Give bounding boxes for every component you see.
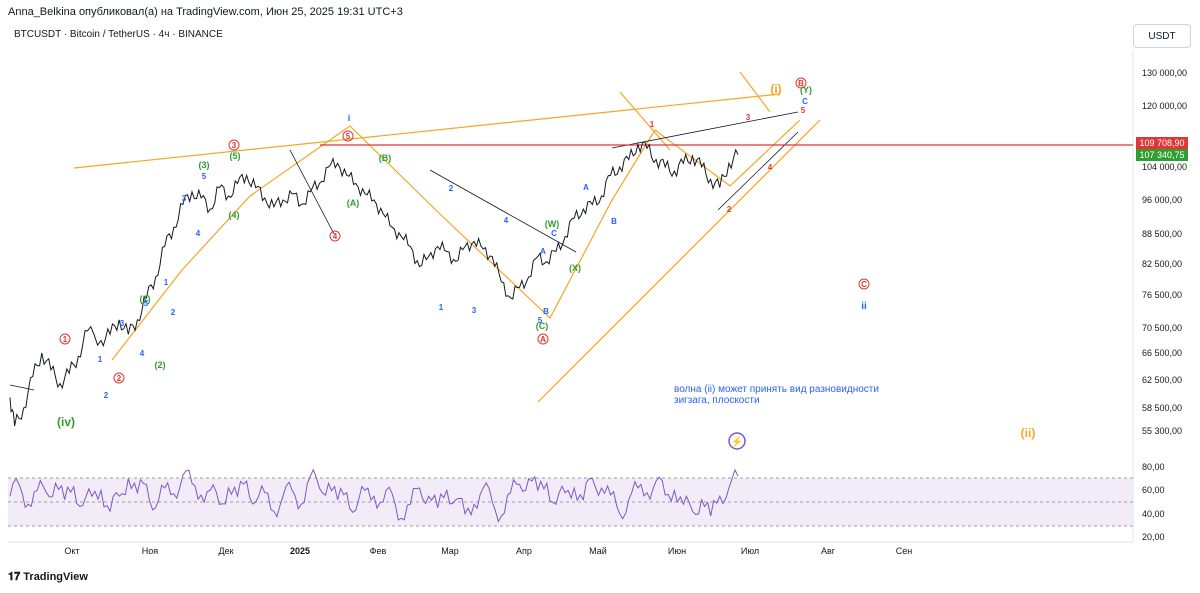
wave-blue-4a: 4	[140, 349, 145, 358]
wave-blue-5c: 5	[538, 316, 543, 325]
wave-green-A: (A)	[347, 198, 360, 208]
orange-arrow-right	[739, 71, 771, 113]
month-tick-label: Дек	[218, 546, 233, 556]
wave-blue-2a: 2	[104, 391, 109, 400]
month-tick-label: Ноя	[142, 546, 159, 556]
wave-red-4: 4	[768, 163, 773, 172]
wave-green-3: (3)	[199, 160, 210, 170]
wave-blue-4c: 4	[504, 216, 509, 225]
wave-circled-A: A	[540, 335, 546, 344]
price-tick-label: 82 500,00	[1142, 259, 1182, 269]
price-tick-label: 88 500,00	[1142, 229, 1182, 239]
wave-red-2: 2	[727, 205, 732, 214]
wave-blue-Ca: C	[551, 229, 557, 238]
wave-blue-3c: 3	[472, 306, 477, 315]
wave-green-2: (2)	[155, 360, 166, 370]
month-tick-label: Окт	[64, 546, 79, 556]
wave-blue-1a: 1	[98, 355, 103, 364]
rsi-tick-label: 80,00	[1142, 462, 1165, 472]
price-badge-green: 107 340,75	[1136, 149, 1188, 161]
month-tick-label: Фев	[370, 546, 387, 556]
wave-green-X: (X)	[569, 263, 581, 273]
wave-circled-5: 5	[346, 132, 351, 141]
wave-blue-Ba: B	[543, 307, 549, 316]
price-tick-label: 70 500,00	[1142, 323, 1182, 333]
wave-circled-1: 1	[63, 335, 68, 344]
month-tick-label: Сен	[896, 546, 913, 556]
price-tick-label: 96 000,00	[1142, 195, 1182, 205]
price-tick-label: 58 500,00	[1142, 403, 1182, 413]
wave-note-line1: волна (ii) может принять вид разновиднос…	[674, 384, 882, 406]
wave-red-3: 3	[746, 113, 751, 122]
lightning-label: ⚡	[731, 435, 743, 448]
wave-blue-1c: 1	[439, 303, 444, 312]
price-badge-green-label: 107 340,75	[1139, 150, 1184, 160]
price-tick-label: 104 000,00	[1142, 162, 1187, 172]
wave-blue-Bb: B	[611, 217, 617, 226]
wave-i-orange-label: (i)	[770, 82, 781, 96]
rsi-tick-label: 20,00	[1142, 532, 1165, 542]
wave-red-5: 5	[801, 106, 806, 115]
wave-blue-ii: ii	[861, 301, 867, 312]
rsi-tick-label: 60,00	[1142, 485, 1165, 495]
wave-blue-Aa: A	[540, 247, 546, 256]
wave-circled-3: 3	[232, 141, 237, 150]
price-tick-label: 130 000,00	[1142, 68, 1187, 78]
orange-trendlines	[73, 71, 821, 403]
wave-blue-Ab: A	[583, 183, 589, 192]
wave-blue-5b: 5	[202, 172, 207, 181]
wave-red-1: 1	[650, 120, 655, 129]
wave-green-Y: (Y)	[800, 85, 812, 95]
price-tick-label: 76 500,00	[1142, 290, 1182, 300]
price-tick-label: 55 300,00	[1142, 426, 1182, 436]
month-tick-label: Мар	[441, 546, 459, 556]
wave-blue-Cb: C	[802, 97, 808, 106]
time-axis-ticks: Окт Ноя Дек 2025 Фев Мар Апр Май Июн Июл Авг Сен	[64, 546, 912, 556]
wave-blue-2b: 2	[171, 308, 176, 317]
price-tick-label: 120 000,00	[1142, 101, 1187, 111]
month-tick-label: Июл	[741, 546, 759, 556]
orange-zigzag	[111, 119, 801, 361]
wave-iv-label: (iv)	[57, 415, 75, 429]
wave-circled-4: 4	[333, 232, 338, 241]
month-tick-label: Июн	[668, 546, 686, 556]
price-tick-label: 66 500,00	[1142, 348, 1182, 358]
month-tick-label: 2025	[290, 546, 310, 556]
price-badge-red: 109 708,90	[1136, 137, 1188, 149]
month-tick-label: Май	[589, 546, 607, 556]
wave-blue-3b: 3	[182, 194, 187, 203]
wave-green-B: (B)	[379, 153, 392, 163]
wave-circled-C: C	[861, 280, 867, 289]
wave-green-4: (4)	[229, 210, 240, 220]
month-tick-label: Авг	[821, 546, 836, 556]
wave-blue-5a: 5	[144, 299, 149, 308]
chart-svg[interactable]: 130 000,00 120 000,00 104 000,00 96 000,00 8…	[0, 0, 1200, 593]
price-axis-ticks: 130 000,00 120 000,00 104 000,00 96 000,00 8…	[1142, 68, 1187, 436]
wave-blue-1b: 1	[164, 278, 169, 287]
wave-blue-3a: 3	[120, 319, 125, 328]
wave-circled-2: 2	[117, 374, 122, 383]
wave-blue-4b: 4	[196, 229, 201, 238]
month-tick-label: Апр	[516, 546, 532, 556]
orange-upper-line	[73, 93, 781, 169]
price-tick-label: 62 500,00	[1142, 375, 1182, 385]
price-badge-red-label: 109 708,90	[1139, 138, 1184, 148]
wave-green-W: (W)	[545, 219, 560, 229]
wave-blue-2c: 2	[449, 184, 454, 193]
rsi-tick-label: 40,00	[1142, 509, 1165, 519]
rsi-axis-ticks: 80,00 60,00 40,00 20,00	[1142, 462, 1165, 542]
wave-ii-orange-label: (ii)	[1021, 426, 1036, 440]
wave-green-5: (5)	[230, 151, 241, 161]
wave-blue-i: i	[348, 113, 351, 123]
gray-trendlines	[9, 111, 799, 391]
